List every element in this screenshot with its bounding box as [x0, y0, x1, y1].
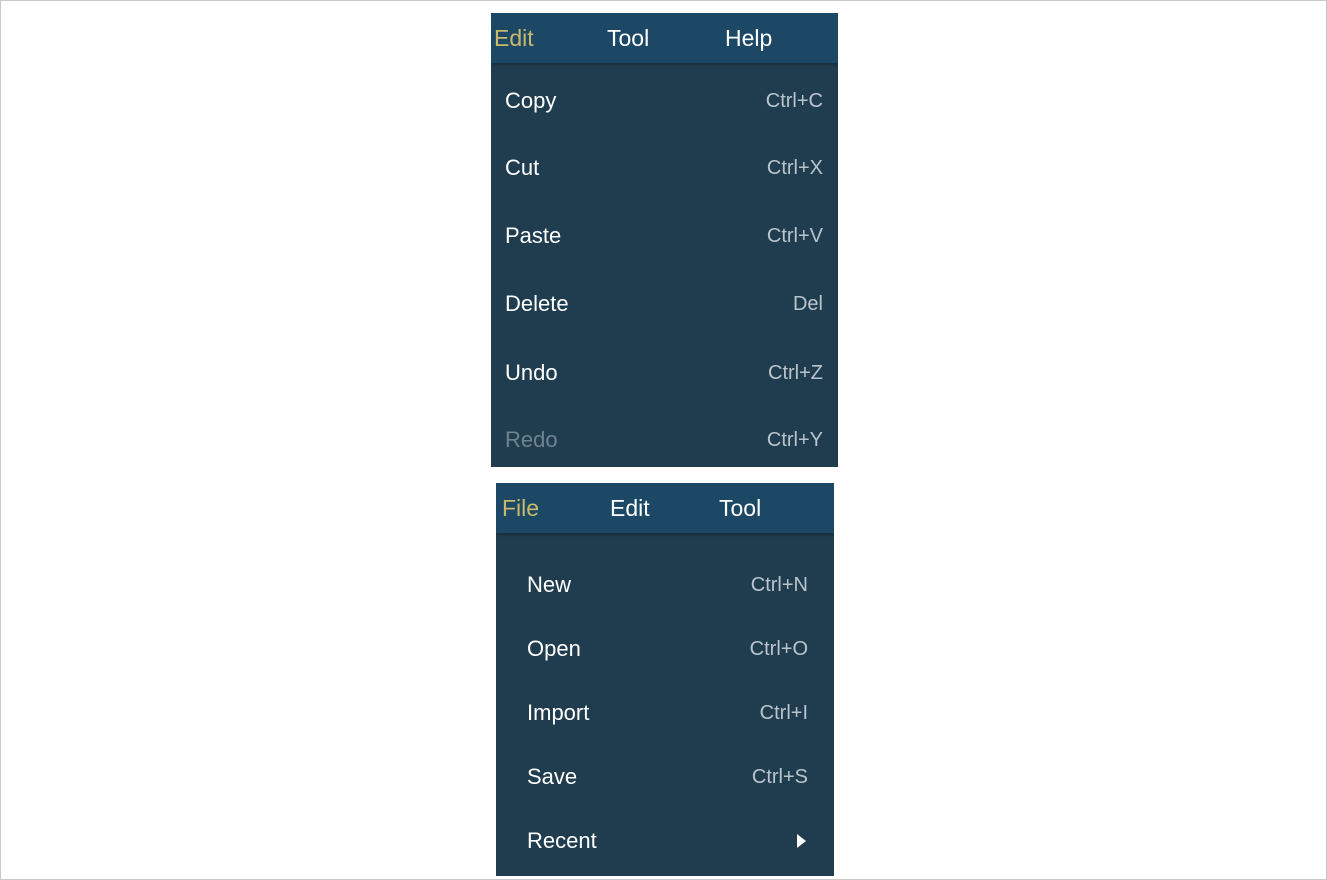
menu-item-undo[interactable]: Undo Ctrl+Z [491, 353, 838, 393]
menu-item-shortcut: Del [792, 293, 823, 315]
menu-item-shortcut: Ctrl+O [749, 638, 808, 660]
menu-item-shortcut: Ctrl+C [765, 90, 823, 112]
menu-item-new[interactable]: New Ctrl+N [496, 565, 834, 605]
menubar-edit[interactable]: Edit [494, 13, 534, 63]
menu-item-label: Import [527, 700, 590, 725]
menu-item-label: Delete [505, 291, 569, 316]
triangle-right-icon [797, 834, 806, 848]
menu-item-label: Open [527, 636, 581, 661]
menu-item-shortcut: Ctrl+V [766, 225, 823, 247]
menu-item-label: Undo [505, 360, 558, 385]
menu-item-delete[interactable]: Delete Del [491, 284, 838, 324]
menubar-file[interactable]: File [502, 483, 539, 533]
menu-item-paste[interactable]: Paste Ctrl+V [491, 216, 838, 256]
menu-item-label: Save [527, 764, 578, 789]
menu-item-save[interactable]: Save Ctrl+S [496, 757, 834, 797]
menu-item-label: Copy [505, 88, 557, 113]
menubar-tool[interactable]: Tool [719, 483, 761, 533]
menu-item-shortcut: Ctrl+N [750, 574, 808, 596]
menu-item-redo: Redo Ctrl+Y [491, 420, 838, 460]
edit-menu-panel: Edit Tool Help Copy Ctrl+C Cut Ctrl+X Pa… [491, 13, 838, 467]
menu-item-label: Recent [527, 828, 597, 853]
menu-item-open[interactable]: Open Ctrl+O [496, 629, 834, 669]
menu-item-shortcut: Ctrl+X [766, 157, 823, 179]
file-menu-panel: File Edit Tool New Ctrl+N Open Ctrl+O Im… [496, 483, 834, 876]
menu-item-shortcut: Ctrl+I [759, 702, 808, 724]
menu-item-copy[interactable]: Copy Ctrl+C [491, 81, 838, 121]
menu-item-cut[interactable]: Cut Ctrl+X [491, 148, 838, 188]
menu-item-import[interactable]: Import Ctrl+I [496, 693, 834, 733]
menubar: Edit Tool Help [491, 13, 838, 63]
menu-item-label: Cut [505, 155, 540, 180]
menu-item-recent[interactable]: Recent [496, 821, 834, 861]
menu-item-label: New [527, 572, 572, 597]
menubar-edit[interactable]: Edit [610, 483, 650, 533]
menu-item-shortcut: Ctrl+S [751, 766, 808, 788]
menubar: File Edit Tool [496, 483, 834, 533]
menubar-tool[interactable]: Tool [607, 13, 649, 63]
menu-item-shortcut: Ctrl+Z [768, 362, 823, 384]
menu-item-label: Redo [505, 427, 558, 452]
menu-item-shortcut: Ctrl+Y [766, 429, 823, 451]
menu-item-label: Paste [505, 223, 562, 248]
menubar-help[interactable]: Help [725, 13, 772, 63]
